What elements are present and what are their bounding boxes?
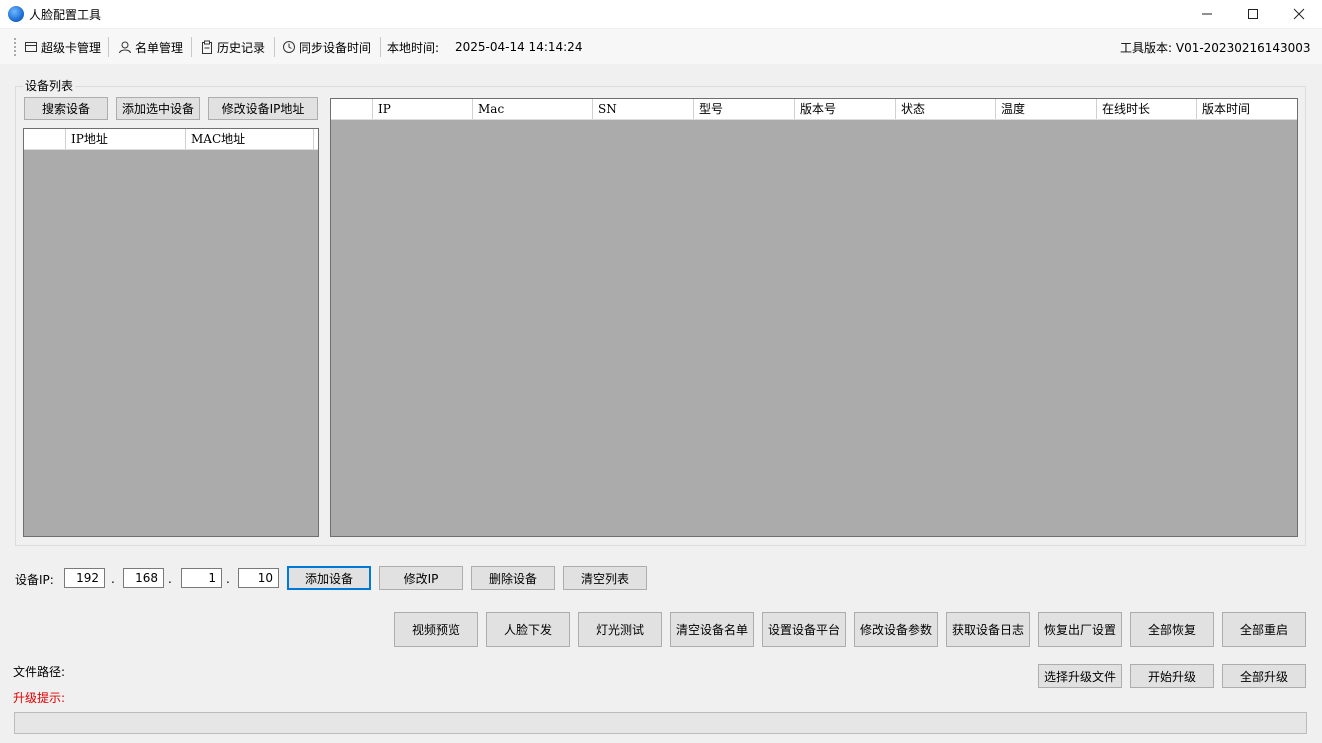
maximize-icon bbox=[1248, 9, 1258, 19]
toolbar-separator bbox=[191, 37, 192, 57]
delete-device-button[interactable]: 删除设备 bbox=[471, 566, 555, 590]
set-device-platform-button[interactable]: 设置设备平台 bbox=[762, 612, 846, 647]
device-table-header-cell bbox=[331, 99, 373, 119]
video-preview-button[interactable]: 视频预览 bbox=[394, 612, 478, 647]
device-table[interactable]: IP Mac SN 型号 版本号 状态 温度 在线时长 版本时间 bbox=[330, 98, 1298, 537]
reboot-all-button[interactable]: 全部重启 bbox=[1222, 612, 1306, 647]
toolbar-sync-time-button[interactable]: 同步设备时间 bbox=[279, 36, 374, 58]
upgrade-all-button[interactable]: 全部升级 bbox=[1222, 664, 1306, 688]
factory-reset-button[interactable]: 恢复出厂设置 bbox=[1038, 612, 1122, 647]
device-table-header-cell: IP bbox=[373, 99, 473, 119]
add-selected-device-button[interactable]: 添加选中设备 bbox=[116, 97, 200, 120]
get-device-log-button[interactable]: 获取设备日志 bbox=[946, 612, 1030, 647]
modify-device-params-button[interactable]: 修改设备参数 bbox=[854, 612, 938, 647]
search-device-button[interactable]: 搜索设备 bbox=[24, 97, 108, 120]
add-device-button[interactable]: 添加设备 bbox=[287, 566, 371, 590]
clear-device-roster-button[interactable]: 清空设备名单 bbox=[670, 612, 754, 647]
card-icon bbox=[25, 42, 37, 52]
close-icon bbox=[1293, 8, 1305, 20]
device-table-header-cell: 型号 bbox=[694, 99, 795, 119]
maximize-button[interactable] bbox=[1230, 0, 1276, 28]
scan-result-table[interactable]: IP地址 MAC地址 bbox=[23, 128, 319, 537]
toolbar-separator bbox=[274, 37, 275, 57]
device-table-header-cell: 温度 bbox=[996, 99, 1097, 119]
local-time-label: 本地时间: bbox=[387, 40, 440, 55]
select-upgrade-file-button[interactable]: 选择升级文件 bbox=[1038, 664, 1122, 688]
upgrade-hint-label: 升级提示: bbox=[13, 691, 66, 705]
scan-table-header-cell bbox=[24, 129, 66, 149]
minimize-icon bbox=[1202, 13, 1212, 15]
toolbar-sync-time-label: 同步设备时间 bbox=[299, 40, 372, 55]
minimize-button[interactable] bbox=[1184, 0, 1230, 28]
device-list-group-title: 设备列表 bbox=[23, 77, 76, 94]
restore-all-button[interactable]: 全部恢复 bbox=[1130, 612, 1214, 647]
scan-table-header-cell: MAC地址 bbox=[186, 129, 314, 149]
device-table-header-cell: 版本号 bbox=[795, 99, 896, 119]
light-test-button[interactable]: 灯光测试 bbox=[578, 612, 662, 647]
app-logo-icon bbox=[8, 6, 24, 22]
device-table-header-cell: 在线时长 bbox=[1097, 99, 1197, 119]
toolbar-separator bbox=[380, 37, 381, 57]
upgrade-progress-bar bbox=[14, 712, 1307, 734]
device-table-header: IP Mac SN 型号 版本号 状态 温度 在线时长 版本时间 bbox=[331, 99, 1297, 120]
toolbar-list-label: 名单管理 bbox=[135, 40, 184, 55]
user-icon bbox=[119, 41, 131, 54]
toolbar-history-button[interactable]: 历史记录 bbox=[197, 36, 268, 58]
local-time-value: 2025-04-14 14:14:24 bbox=[455, 40, 583, 54]
device-table-header-cell: Mac bbox=[473, 99, 593, 119]
scan-table-header-cell: IP地址 bbox=[66, 129, 186, 149]
window-title: 人脸配置工具 bbox=[29, 8, 102, 22]
ip-octet-1-input[interactable]: 192 bbox=[64, 568, 105, 588]
close-button[interactable] bbox=[1276, 0, 1322, 28]
toolbar-history-label: 历史记录 bbox=[217, 40, 266, 55]
ip-octet-4-input[interactable]: 10 bbox=[238, 568, 279, 588]
toolbar-superkey-label: 超级卡管理 bbox=[41, 40, 102, 55]
modify-ip-button[interactable]: 修改IP bbox=[379, 566, 463, 590]
toolbar-list-button[interactable]: 名单管理 bbox=[115, 36, 186, 58]
toolbar-separator bbox=[108, 37, 109, 57]
face-push-button[interactable]: 人脸下发 bbox=[486, 612, 570, 647]
device-table-header-cell: 版本时间 bbox=[1202, 102, 1251, 116]
modify-device-ip-button[interactable]: 修改设备IP地址 bbox=[208, 97, 318, 120]
toolbar-grip bbox=[14, 38, 16, 56]
ip-dot: . bbox=[168, 572, 172, 586]
clear-list-button[interactable]: 清空列表 bbox=[563, 566, 647, 590]
start-upgrade-button[interactable]: 开始升级 bbox=[1130, 664, 1214, 688]
scan-table-header: IP地址 MAC地址 bbox=[24, 129, 318, 150]
title-bar bbox=[0, 0, 1322, 28]
ip-dot: . bbox=[226, 572, 230, 586]
ip-octet-2-input[interactable]: 168 bbox=[123, 568, 164, 588]
toolbar-superkey-button[interactable]: 超级卡管理 bbox=[21, 36, 104, 58]
device-ip-label: 设备IP: bbox=[15, 573, 54, 587]
clock-icon bbox=[283, 41, 295, 53]
ip-octet-3-input[interactable]: 1 bbox=[181, 568, 222, 588]
device-table-header-cell: 状态 bbox=[896, 99, 996, 119]
device-table-header-cell: SN bbox=[593, 99, 694, 119]
clipboard-icon bbox=[202, 40, 212, 54]
file-path-label: 文件路径: bbox=[13, 665, 66, 679]
ip-dot: . bbox=[111, 572, 115, 586]
tool-version: 工具版本: V01-20230216143003 bbox=[1120, 40, 1311, 55]
